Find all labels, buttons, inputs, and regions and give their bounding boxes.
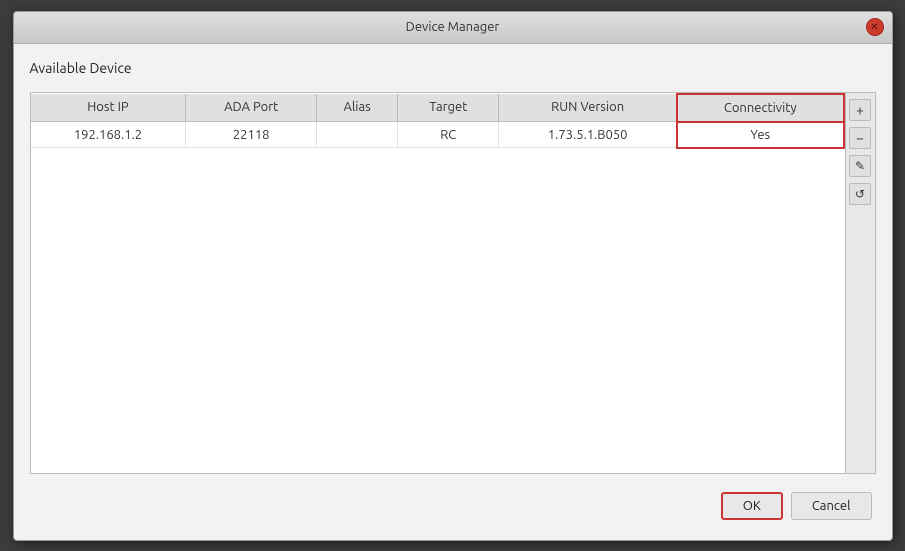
cell-target: RC — [398, 122, 499, 148]
table-sidebar: + − ✎ ↺ — [845, 93, 875, 473]
header-row: Host IP ADA Port Alias Target RUN Versio… — [31, 94, 844, 122]
table-body: 192.168.1.2 22118 RC 1.73.5.1.B050 Yes — [31, 122, 844, 148]
window-body: Available Device Host IP ADA Port Alias … — [14, 44, 892, 540]
cell-run-version: 1.73.5.1.B050 — [499, 122, 677, 148]
col-ada-port: ADA Port — [186, 94, 317, 122]
device-table: Host IP ADA Port Alias Target RUN Versio… — [31, 93, 845, 149]
cell-host-ip: 192.168.1.2 — [31, 122, 186, 148]
col-run-version: RUN Version — [499, 94, 677, 122]
section-title: Available Device — [30, 60, 876, 76]
refresh-button[interactable]: ↺ — [849, 183, 871, 205]
cell-alias — [316, 122, 397, 148]
table-row[interactable]: 192.168.1.2 22118 RC 1.73.5.1.B050 Yes — [31, 122, 844, 148]
cell-ada-port: 22118 — [186, 122, 317, 148]
cancel-button[interactable]: Cancel — [791, 492, 872, 520]
table-header: Host IP ADA Port Alias Target RUN Versio… — [31, 94, 844, 122]
title-bar: Device Manager — [14, 12, 892, 44]
col-connectivity: Connectivity — [677, 94, 843, 122]
device-manager-window: Device Manager Available Device Host IP … — [13, 11, 893, 541]
table-wrapper[interactable]: Host IP ADA Port Alias Target RUN Versio… — [31, 93, 845, 473]
bottom-bar: OK Cancel — [30, 484, 876, 524]
table-container: Host IP ADA Port Alias Target RUN Versio… — [30, 92, 876, 474]
edit-button[interactable]: ✎ — [849, 155, 871, 177]
col-host-ip: Host IP — [31, 94, 186, 122]
close-button[interactable] — [866, 18, 884, 36]
add-button[interactable]: + — [849, 99, 871, 121]
col-alias: Alias — [316, 94, 397, 122]
remove-button[interactable]: − — [849, 127, 871, 149]
col-target: Target — [398, 94, 499, 122]
cell-connectivity: Yes — [677, 122, 843, 148]
ok-button[interactable]: OK — [721, 492, 783, 520]
window-title: Device Manager — [40, 20, 866, 34]
table-main: Host IP ADA Port Alias Target RUN Versio… — [31, 93, 845, 473]
